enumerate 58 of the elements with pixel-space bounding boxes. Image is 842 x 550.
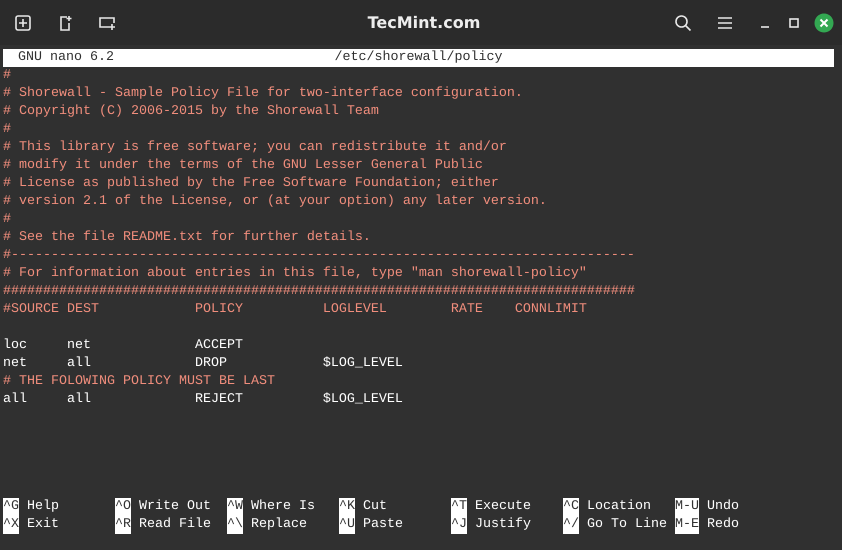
editor-version: GNU nano 6.2 (17, 49, 115, 67)
shortcut-key: ^W (227, 498, 243, 516)
shortcut-label: Undo (707, 498, 739, 516)
search-button[interactable] (674, 14, 692, 32)
comment-line: #SOURCE DEST POLICY LOGLEVEL RATE CONNLIMIT (3, 301, 588, 319)
shortcut-key: ^T (451, 498, 467, 516)
plus-square-icon (14, 14, 32, 32)
shortcut-key: ^R (115, 516, 131, 534)
shortcut-label: Where Is (251, 498, 315, 516)
code-line: loc net ACCEPT (3, 337, 244, 355)
file-path: /etc/shorewall/policy (334, 49, 502, 67)
shortcut-label: Help (27, 498, 59, 516)
shortcut-label: Justify (475, 516, 531, 534)
shortcut-label: Read File (139, 516, 211, 534)
comment-line: # For information about entries in this file, type "man shorewall-policy" (3, 265, 588, 283)
comment-line: # (3, 211, 12, 229)
comment-line: # THE FOLOWING POLICY MUST BE LAST (3, 373, 276, 391)
shortcut-label: Execute (475, 498, 531, 516)
comment-line: # This library is free software; you can redistribute it and/or (3, 139, 508, 157)
code-line: all all REJECT $LOG_LEVEL (3, 391, 404, 409)
shortcut-label: Redo (707, 516, 739, 534)
shortcut-label: Go To Line (587, 516, 667, 534)
shortcut-label: Replace (251, 516, 307, 534)
minimize-icon (761, 26, 769, 28)
shortcut-key: ^X (3, 516, 19, 534)
comment-line: ############################################################################### (3, 283, 636, 301)
shortcut-label: Exit (27, 516, 59, 534)
shortcut-label: Write Out (139, 498, 211, 516)
comment-line: # License as published by the Free Software Foundation; either (3, 175, 500, 193)
shortcut-key: ^/ (563, 516, 579, 534)
shortcut-key: ^G (3, 498, 19, 516)
shortcut-key: ^J (451, 516, 467, 534)
comment-line: # Shorewall - Sample Policy File for two-interface configuration. (3, 85, 524, 103)
close-button[interactable] (814, 12, 834, 32)
maximize-icon (789, 18, 799, 28)
shortcut-key: ^C (563, 498, 579, 516)
close-icon (814, 12, 834, 32)
shortcut-label: Location (587, 498, 651, 516)
comment-line: # modify it under the terms of the GNU Lesser General Public (3, 157, 484, 175)
comment-line: # See the file README.txt for further details. (3, 229, 372, 247)
shortcut-key: ^\ (227, 516, 243, 534)
comment-line: #------------------------------------------------------------------------------ (3, 247, 636, 265)
shortcut-key: M-U (675, 498, 699, 516)
shortcut-key: M-E (675, 516, 699, 534)
comment-line: # Copyright (C) 2006-2015 by the Shorewall Team (3, 103, 380, 121)
shortcut-label: Cut (363, 498, 387, 516)
comment-line: # (3, 67, 12, 85)
shortcut-label: Paste (363, 516, 403, 534)
shortcut-key: ^U (339, 516, 355, 534)
window-title: TecMint.com (366, 13, 482, 32)
new-tab-button[interactable] (14, 14, 32, 32)
shortcut-key: ^O (115, 498, 131, 516)
shortcut-key: ^K (339, 498, 355, 516)
comment-line: # (3, 121, 12, 139)
maximize-button[interactable] (787, 16, 801, 30)
comment-line: # version 2.1 of the License, or (at your option) any later version. (3, 193, 548, 211)
code-line: net all DROP $LOG_LEVEL (3, 355, 404, 373)
search-icon (674, 14, 692, 32)
